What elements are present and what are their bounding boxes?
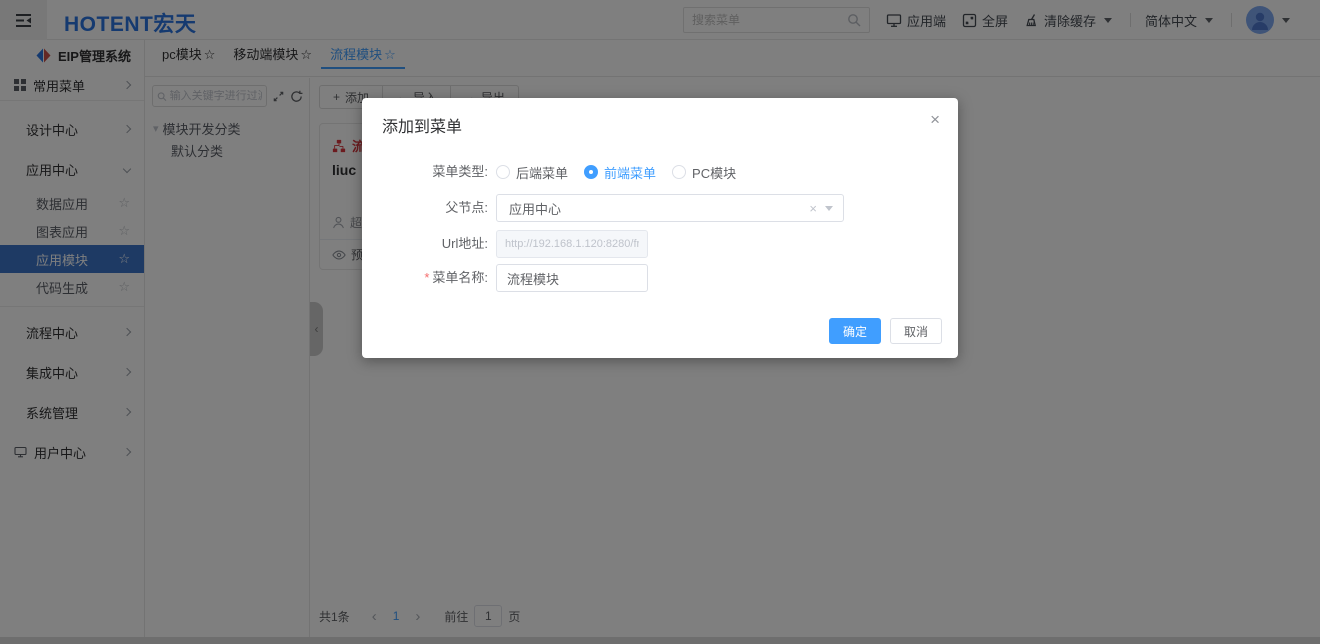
parent-node-value: 应用中心 [509, 199, 561, 218]
parent-node-label: 父节点: [362, 194, 496, 222]
required-mark: * [424, 270, 429, 285]
app-root: HOTENT宏天 应用端 全屏 [0, 0, 1320, 644]
menu-type-label: 菜单类型: [362, 158, 496, 186]
radio-icon[interactable] [496, 165, 510, 179]
menu-name-row: *菜单名称: [362, 264, 958, 292]
url-label: Url地址: [362, 230, 496, 258]
close-icon[interactable]: × [930, 110, 940, 130]
radio-icon-checked[interactable] [584, 165, 598, 179]
url-input [496, 230, 648, 258]
radio-frontend-menu[interactable]: 前端菜单 [584, 163, 656, 182]
radio-icon[interactable] [672, 165, 686, 179]
radio-pc-module[interactable]: PC模块 [672, 163, 736, 182]
menu-type-radio-group: 后端菜单 前端菜单 PC模块 [496, 163, 736, 182]
menu-name-label: *菜单名称: [362, 264, 496, 292]
radio-label: 前端菜单 [604, 163, 656, 182]
dialog-footer: 确定 取消 [829, 318, 942, 344]
radio-label: PC模块 [692, 163, 736, 182]
menu-type-row: 菜单类型: 后端菜单 前端菜单 PC模块 [362, 162, 958, 182]
menu-name-label-text: 菜单名称: [432, 270, 488, 285]
dialog-body: 菜单类型: 后端菜单 前端菜单 PC模块 [362, 144, 958, 292]
radio-label: 后端菜单 [516, 163, 568, 182]
parent-node-row: 父节点: 应用中心 × [362, 194, 958, 222]
parent-node-select[interactable]: 应用中心 × [496, 194, 844, 222]
dialog-title: 添加到菜单 [382, 119, 462, 136]
clear-icon[interactable]: × [809, 201, 817, 216]
cancel-button[interactable]: 取消 [890, 318, 942, 344]
confirm-button[interactable]: 确定 [829, 318, 881, 344]
url-row: Url地址: [362, 230, 958, 258]
menu-name-input[interactable] [496, 264, 648, 292]
chevron-down-icon [825, 206, 833, 211]
radio-backend-menu[interactable]: 后端菜单 [496, 163, 568, 182]
add-to-menu-dialog: 添加到菜单 × 菜单类型: 后端菜单 前端菜单 PC模块 [362, 98, 958, 358]
dialog-header: 添加到菜单 × [362, 98, 958, 144]
